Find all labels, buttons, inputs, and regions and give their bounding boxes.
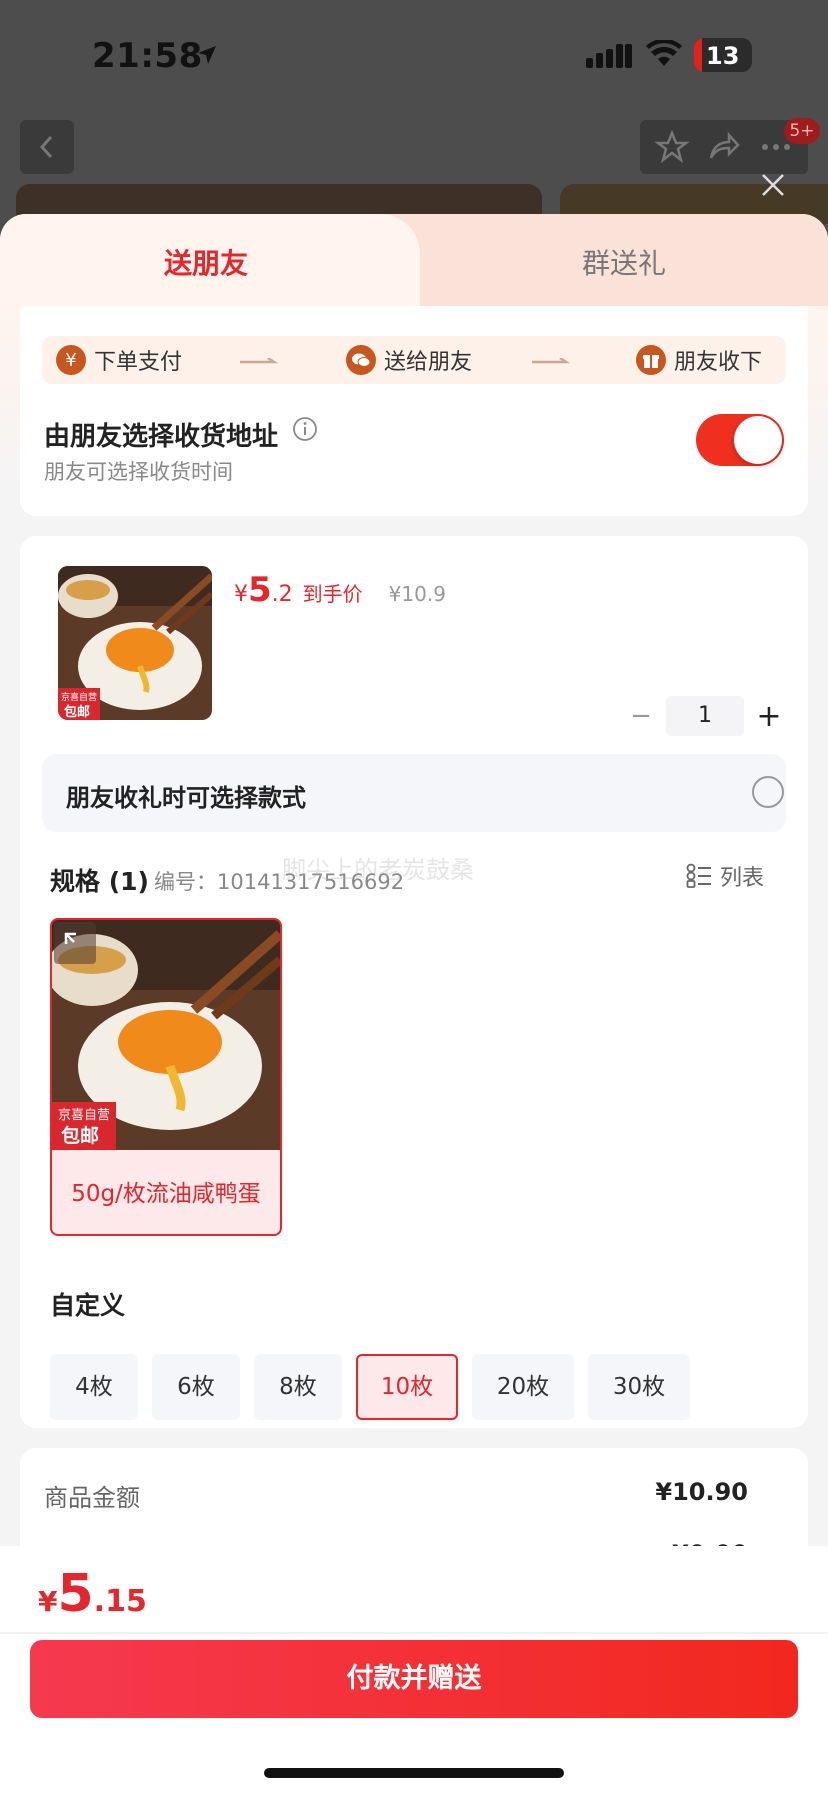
battery-indicator: 13 [694, 38, 752, 72]
option-30[interactable]: 30枚 [588, 1354, 690, 1420]
watermark: 脚尖上的老炭鼓桑 [282, 856, 474, 884]
list-view-button[interactable]: 列表 [686, 860, 764, 892]
share-icon[interactable] [707, 130, 741, 164]
wifi-icon [646, 40, 682, 66]
battery-level: 13 [706, 42, 740, 70]
nav-action-group [640, 120, 808, 174]
quantity-stepper: − 1 + [622, 696, 788, 736]
footer-divider [0, 1632, 828, 1634]
cellular-signal-icon [586, 44, 632, 68]
close-icon[interactable] [758, 170, 788, 200]
toggle-knob [734, 416, 782, 464]
product-thumbnail[interactable]: 京喜自营 包邮 [58, 566, 212, 720]
tab-group-gift[interactable]: 群送礼 [420, 242, 828, 282]
custom-title: 自定义 [50, 1291, 126, 1320]
badge-free-shipping-text: 包邮 [64, 704, 90, 720]
product-card: 京喜自营 包邮 ¥ 5 .2 到手价 ¥10.9 − 1 + 朋友收礼时可选择款… [20, 536, 808, 1428]
home-indicator [264, 1768, 564, 1778]
list-icon [686, 863, 711, 888]
notification-badge: 5+ [784, 118, 820, 144]
flow-step-send: 送给朋友 [346, 344, 472, 376]
quantity-input[interactable]: 1 [666, 696, 744, 736]
increase-button[interactable]: + [750, 699, 788, 734]
chevron-left-icon [39, 135, 53, 159]
status-bar: 21:58 13 [0, 0, 828, 110]
address-toggle[interactable] [696, 414, 784, 466]
wechat-icon [346, 345, 376, 375]
gift-flow-steps: ¥ 下单支付 送给朋友 朋友收下 [42, 336, 786, 384]
arrow-right-icon [532, 358, 570, 364]
location-arrow-icon [198, 46, 216, 64]
tab-bar: 送朋友 群送礼 [0, 214, 828, 306]
status-time: 21:58 [92, 36, 203, 76]
option-10-selected[interactable]: 10枚 [356, 1354, 458, 1420]
spec-option-image: 京喜自营 包邮 [52, 920, 280, 1150]
total-currency: ¥ [38, 1585, 58, 1618]
flow-step-pay: ¥ 下单支付 [56, 344, 182, 376]
address-title: 由朋友选择收货地址 [44, 422, 279, 452]
expand-icon [64, 932, 76, 944]
address-subtitle: 朋友可选择收货时间 [44, 460, 233, 484]
badge-free-shipping-text: 包邮 [61, 1124, 99, 1147]
flow-step-label: 朋友收下 [674, 350, 763, 375]
decrease-button[interactable]: − [622, 701, 660, 731]
gift-icon [636, 345, 666, 375]
goods-amount-value: ¥10.90 [655, 1478, 748, 1506]
arrow-right-icon [240, 358, 278, 364]
option-8[interactable]: 8枚 [254, 1354, 342, 1420]
price-integer: 5 [248, 570, 272, 610]
yuan-icon: ¥ [56, 345, 86, 375]
badge-jingxi-text: 京喜自营 [58, 1108, 110, 1123]
option-4[interactable]: 4枚 [50, 1354, 138, 1420]
flow-step-label: 下单支付 [94, 350, 183, 375]
salted-egg-image: 京喜自营 包邮 [58, 566, 212, 720]
checkout-footer: ¥ 5 .15 付款并赠送 [0, 1546, 828, 1795]
flow-step-receive: 朋友收下 [636, 344, 762, 376]
goods-amount-label: 商品金额 [44, 1484, 140, 1512]
price-decimal: .2 [271, 582, 293, 607]
flow-step-label: 送给朋友 [384, 350, 473, 375]
product-price: ¥ 5 .2 到手价 ¥10.9 [234, 570, 446, 610]
price-label: 到手价 [302, 582, 363, 606]
spec-title: 规格 (1) [50, 867, 149, 896]
gift-flow-card: ¥ 下单支付 送给朋友 朋友收下 由朋友选择收货地址 朋友可选择收货时间 [20, 306, 808, 516]
total-price: ¥ 5 .15 [38, 1564, 147, 1624]
option-6[interactable]: 6枚 [152, 1354, 240, 1420]
tab-send-friend-label[interactable]: 送朋友 [0, 242, 412, 282]
friend-select-style-radio[interactable] [752, 776, 784, 808]
original-price: ¥10.9 [388, 582, 446, 606]
friend-select-style-row[interactable]: 朋友收礼时可选择款式 [42, 754, 786, 832]
friend-select-style-label: 朋友收礼时可选择款式 [66, 784, 306, 812]
price-currency: ¥ [234, 582, 248, 607]
total-integer: 5 [57, 1564, 94, 1624]
list-view-label: 列表 [720, 866, 765, 891]
back-button[interactable] [20, 120, 74, 174]
badge-jingxi-text: 京喜自营 [61, 691, 97, 703]
total-decimal: .15 [93, 1584, 147, 1619]
pay-and-gift-button[interactable]: 付款并赠送 [30, 1640, 798, 1718]
info-icon[interactable] [292, 416, 318, 442]
spec-option-label: 50g/枚流油咸鸭蛋 [71, 1181, 261, 1207]
battery-low-fill [694, 38, 702, 72]
expand-button[interactable] [54, 922, 96, 964]
star-icon[interactable] [655, 130, 689, 164]
option-20[interactable]: 20枚 [472, 1354, 574, 1420]
spec-option-card[interactable]: 京喜自营 包邮 50g/枚流油咸鸭蛋 [50, 918, 282, 1236]
